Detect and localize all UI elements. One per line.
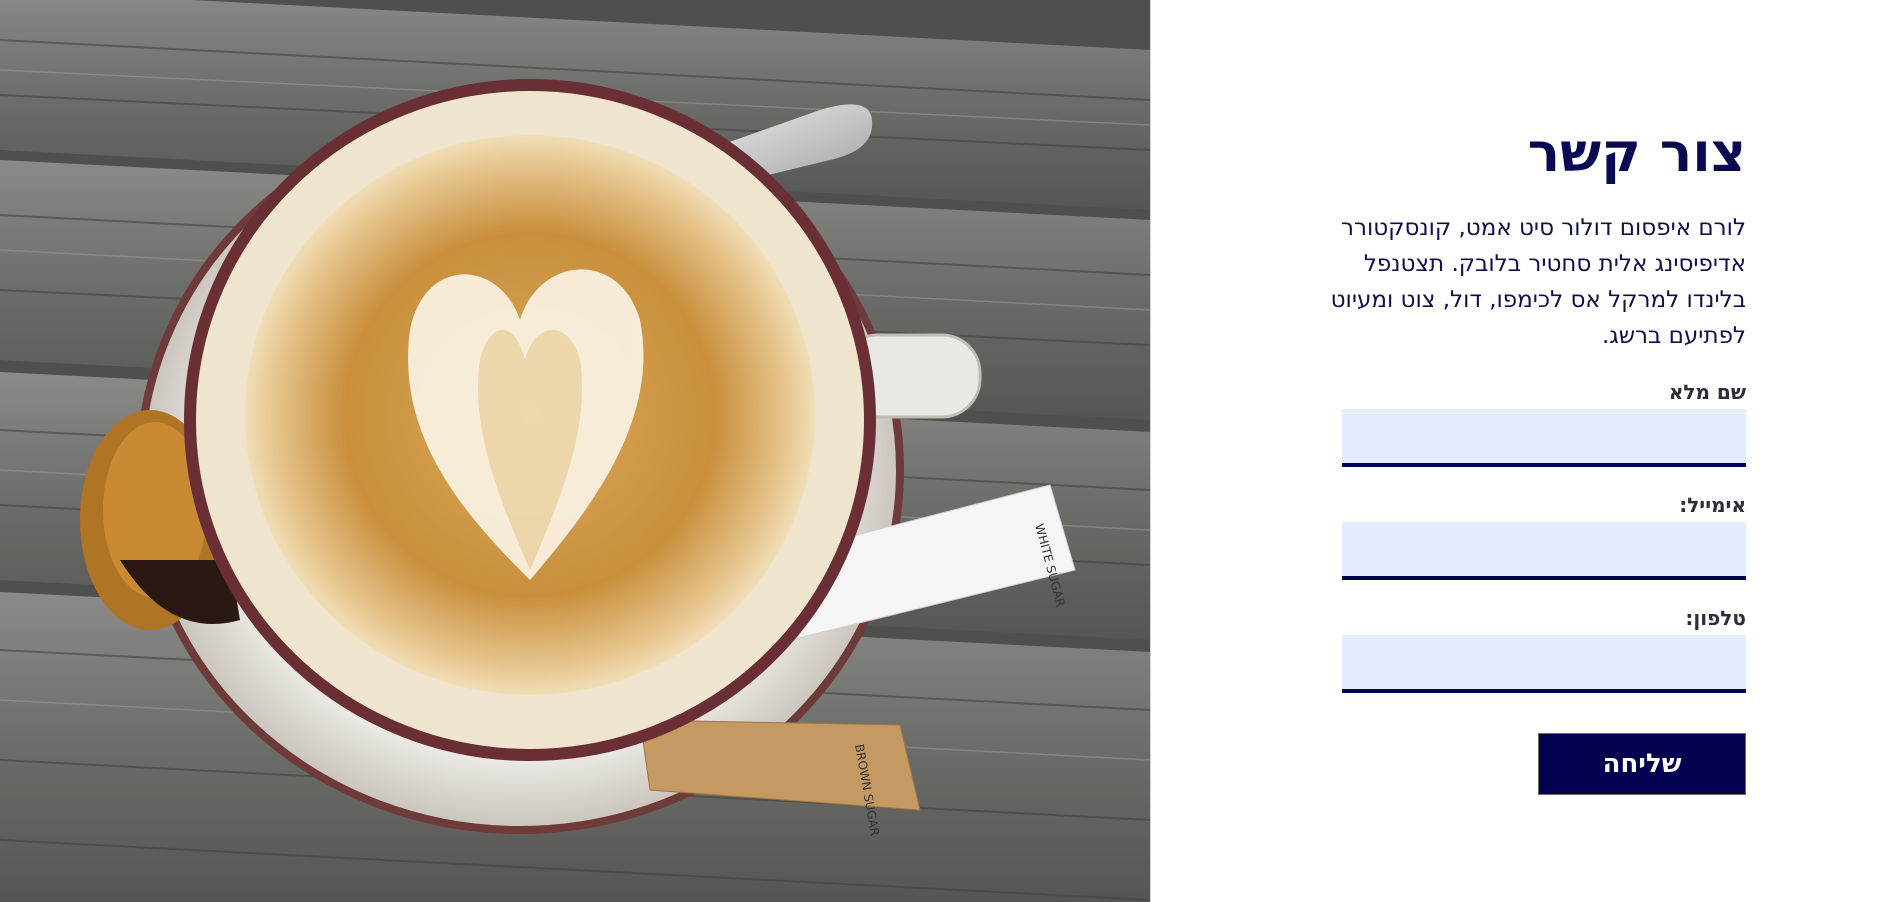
phone-field[interactable]	[1342, 635, 1746, 693]
page-title: צור קשר	[1527, 121, 1746, 184]
send-button[interactable]: שליחה	[1538, 733, 1746, 795]
full-name-field[interactable]	[1342, 409, 1746, 467]
contact-section: צור קשר לורם איפסום דולור סיט אמט, קונסק…	[1150, 0, 1883, 902]
full-name-label: שם מלא	[1668, 380, 1746, 404]
email-label: אימייל:	[1679, 493, 1746, 517]
email-field[interactable]	[1342, 522, 1746, 580]
contact-description: לורם איפסום דולור סיט אמט, קונסקטורר אדי…	[1330, 215, 1746, 349]
coffee-photo: WHITE SUGAR BROWN SUGAR	[0, 0, 1150, 902]
phone-label: טלפון:	[1685, 606, 1746, 630]
